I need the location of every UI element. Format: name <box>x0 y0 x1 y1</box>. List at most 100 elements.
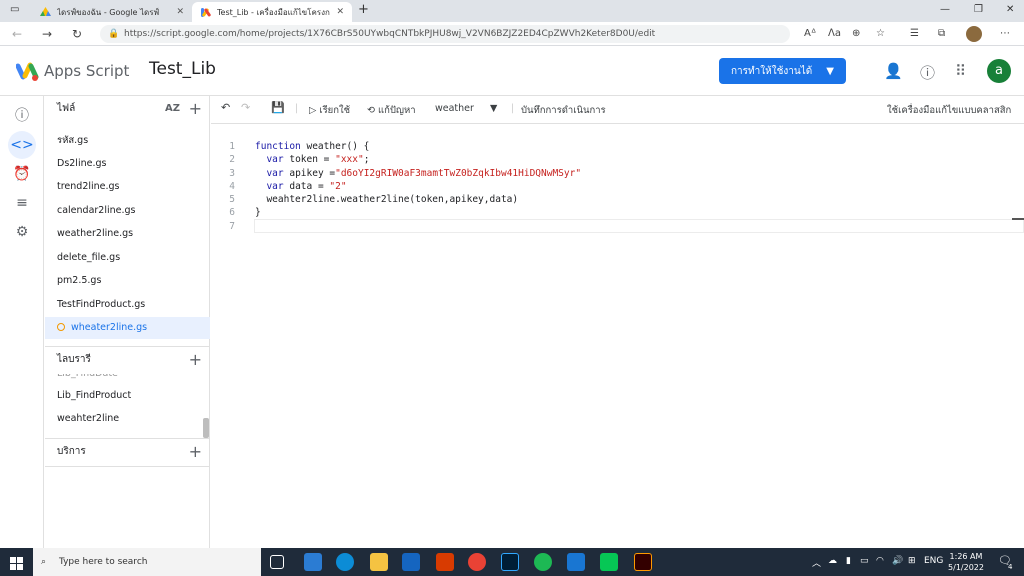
browser-tab-bar: ▭ ไดรฟ์ของฉัน - Google ไดรฟ์ ✕ Test_Lib … <box>0 0 1024 22</box>
tab-apps-script[interactable]: Test_Lib - เครื่องมือแก้ไขโครงการ - A ✕ <box>192 2 352 22</box>
ime-icon[interactable]: ⊞ <box>908 556 916 566</box>
libraries-scrollbar[interactable] <box>203 418 209 438</box>
tab-title: ไดรฟ์ของฉัน - Google ไดรฟ์ <box>57 7 160 17</box>
line-icon[interactable] <box>600 553 618 571</box>
line-number: 7 <box>229 220 235 232</box>
volume-icon[interactable]: 🔊 <box>892 556 903 566</box>
classic-editor-link[interactable]: ใช้เครื่องมือแก้ไขแบบคลาสสิก <box>887 103 1011 118</box>
favorites-icon[interactable]: ☰ <box>910 28 919 39</box>
triggers-clock-icon[interactable]: ⏰ <box>8 160 36 188</box>
forward-icon[interactable]: → <box>42 27 52 41</box>
share-person-add-icon[interactable]: 👤 <box>884 62 903 80</box>
app-icon-w[interactable] <box>567 553 585 571</box>
close-tab-icon[interactable]: ✕ <box>336 7 344 17</box>
apps-grid-icon[interactable]: ⠿ <box>955 62 966 80</box>
favorite-star-icon[interactable]: ☆ <box>876 28 885 39</box>
edge-icon[interactable] <box>336 553 354 571</box>
file-item[interactable]: calendar2line.gs <box>45 200 210 222</box>
library-item[interactable]: weahter2line <box>45 408 210 430</box>
settings-gear-icon[interactable]: ⚙ <box>8 218 36 246</box>
add-file-icon[interactable]: + <box>189 96 202 122</box>
illustrator-icon[interactable] <box>634 553 652 571</box>
code-editor[interactable]: 1 function weather() { 2 var token = "xxx… <box>211 140 1024 233</box>
debug-button[interactable]: ⟲ แก้ปัญหา <box>367 103 416 118</box>
mail-icon[interactable] <box>402 553 420 571</box>
redo-icon[interactable]: ↷ <box>241 101 250 114</box>
file-item[interactable]: weather2line.gs <box>45 223 210 245</box>
spotify-icon[interactable] <box>534 553 552 571</box>
office-icon[interactable] <box>436 553 454 571</box>
file-item[interactable]: pm2.5.gs <box>45 270 210 292</box>
tab-drive[interactable]: ไดรฟ์ของฉัน - Google ไดรฟ์ ✕ <box>32 2 192 22</box>
refresh-icon[interactable]: ↻ <box>72 27 82 41</box>
run-button[interactable]: ▷ เรียกใช้ <box>309 103 350 118</box>
debug-label: แก้ปัญหา <box>377 105 416 116</box>
caret-down-icon: ▼ <box>826 65 834 77</box>
file-item[interactable]: รหัส.gs <box>45 130 210 152</box>
line-number: 1 <box>229 141 235 152</box>
services-header: บริการ + <box>45 439 210 465</box>
code-line-2: var token = "xxx"; <box>266 154 370 166</box>
line-number: 4 <box>229 180 235 192</box>
file-item[interactable]: delete_file.gs <box>45 247 210 269</box>
taskbar-search[interactable]: ⌕ Type here to search <box>33 548 261 576</box>
wifi-icon[interactable]: ◠ <box>876 556 884 566</box>
back-icon[interactable]: ← <box>12 27 22 41</box>
library-item[interactable]: Lib_FindProduct <box>45 385 210 407</box>
translate-icon[interactable]: ꓥa <box>828 28 841 39</box>
app-icon-1[interactable] <box>304 553 322 571</box>
restore-icon[interactable]: ❐ <box>974 4 983 15</box>
help-icon[interactable]: ⓘ <box>920 62 935 83</box>
taskbar-clock[interactable]: 1:26 AM 5/1/2022 <box>946 551 986 573</box>
line-number: 6 <box>229 207 235 219</box>
tab-actions-icon[interactable]: ▭ <box>10 4 19 15</box>
chrome-icon[interactable] <box>468 553 486 571</box>
file-explorer-icon[interactable] <box>370 553 388 571</box>
file-item[interactable]: TestFindProduct.gs <box>45 294 210 316</box>
add-library-icon[interactable]: + <box>189 347 202 373</box>
language-indicator[interactable]: ENG <box>924 556 943 566</box>
tray-chevron-icon[interactable]: ︿ <box>812 556 821 569</box>
play-icon: ▷ <box>309 105 320 116</box>
editor-toolbar: ↶ ↷ 💾 | ▷ เรียกใช้ ⟲ แก้ปัญหา weather ▼ |… <box>211 96 1024 124</box>
address-bar-row: ← → ↻ 🔒 https://script.google.com/home/p… <box>0 22 1024 46</box>
code-line-6: } <box>255 207 261 219</box>
undo-icon[interactable]: ↶ <box>221 101 230 114</box>
overview-info-icon[interactable]: ⓘ <box>8 102 36 130</box>
editor-code-icon[interactable]: <> <box>8 131 36 159</box>
left-nav-rail: ⓘ <> ⏰ ≡ ⚙ <box>0 96 44 548</box>
add-service-icon[interactable]: + <box>189 439 202 465</box>
collections-icon[interactable]: ⧉ <box>938 28 945 39</box>
sort-az-icon[interactable]: AZ <box>165 96 180 122</box>
services-title: บริการ <box>57 446 86 457</box>
read-aloud-icon[interactable]: Aᐞ <box>804 28 816 39</box>
file-item[interactable]: trend2line.gs <box>45 176 210 198</box>
avatar[interactable]: a <box>987 59 1011 83</box>
file-item[interactable]: Ds2line.gs <box>45 153 210 175</box>
zoom-icon[interactable]: ⊕ <box>852 28 860 39</box>
windows-start-icon[interactable] <box>10 555 23 574</box>
save-icon[interactable]: 💾 <box>271 101 285 114</box>
network-icon[interactable]: ▭ <box>860 556 869 566</box>
close-window-icon[interactable]: ✕ <box>1006 4 1014 15</box>
cloud-icon[interactable]: ☁ <box>828 556 837 566</box>
photoshop-icon[interactable] <box>501 553 519 571</box>
more-icon[interactable]: ⋯ <box>1000 28 1010 39</box>
executions-list-icon[interactable]: ≡ <box>8 189 36 217</box>
function-select[interactable]: weather ▼ <box>435 103 497 114</box>
profile-avatar[interactable] <box>966 26 982 42</box>
minimize-icon[interactable]: — <box>940 4 950 15</box>
new-tab-icon[interactable]: + <box>358 2 369 17</box>
library-item-partial: Lib_FindDate <box>57 374 118 379</box>
deploy-button[interactable]: การทำให้ใช้งานได้ ▼ <box>719 58 846 84</box>
run-label: เรียกใช้ <box>319 105 351 116</box>
debug-icon: ⟲ <box>367 105 378 116</box>
task-view-icon[interactable] <box>270 555 284 569</box>
url-field[interactable]: 🔒 https://script.google.com/home/project… <box>100 25 790 43</box>
battery-icon[interactable]: ▮ <box>846 556 851 566</box>
file-item-active[interactable]: wheater2line.gs <box>45 317 210 339</box>
code-line-1: function weather() { <box>255 141 370 152</box>
execution-log-button[interactable]: บันทึกการดำเนินการ <box>521 103 606 118</box>
project-name[interactable]: Test_Lib <box>149 59 216 79</box>
close-tab-icon[interactable]: ✕ <box>176 7 184 17</box>
